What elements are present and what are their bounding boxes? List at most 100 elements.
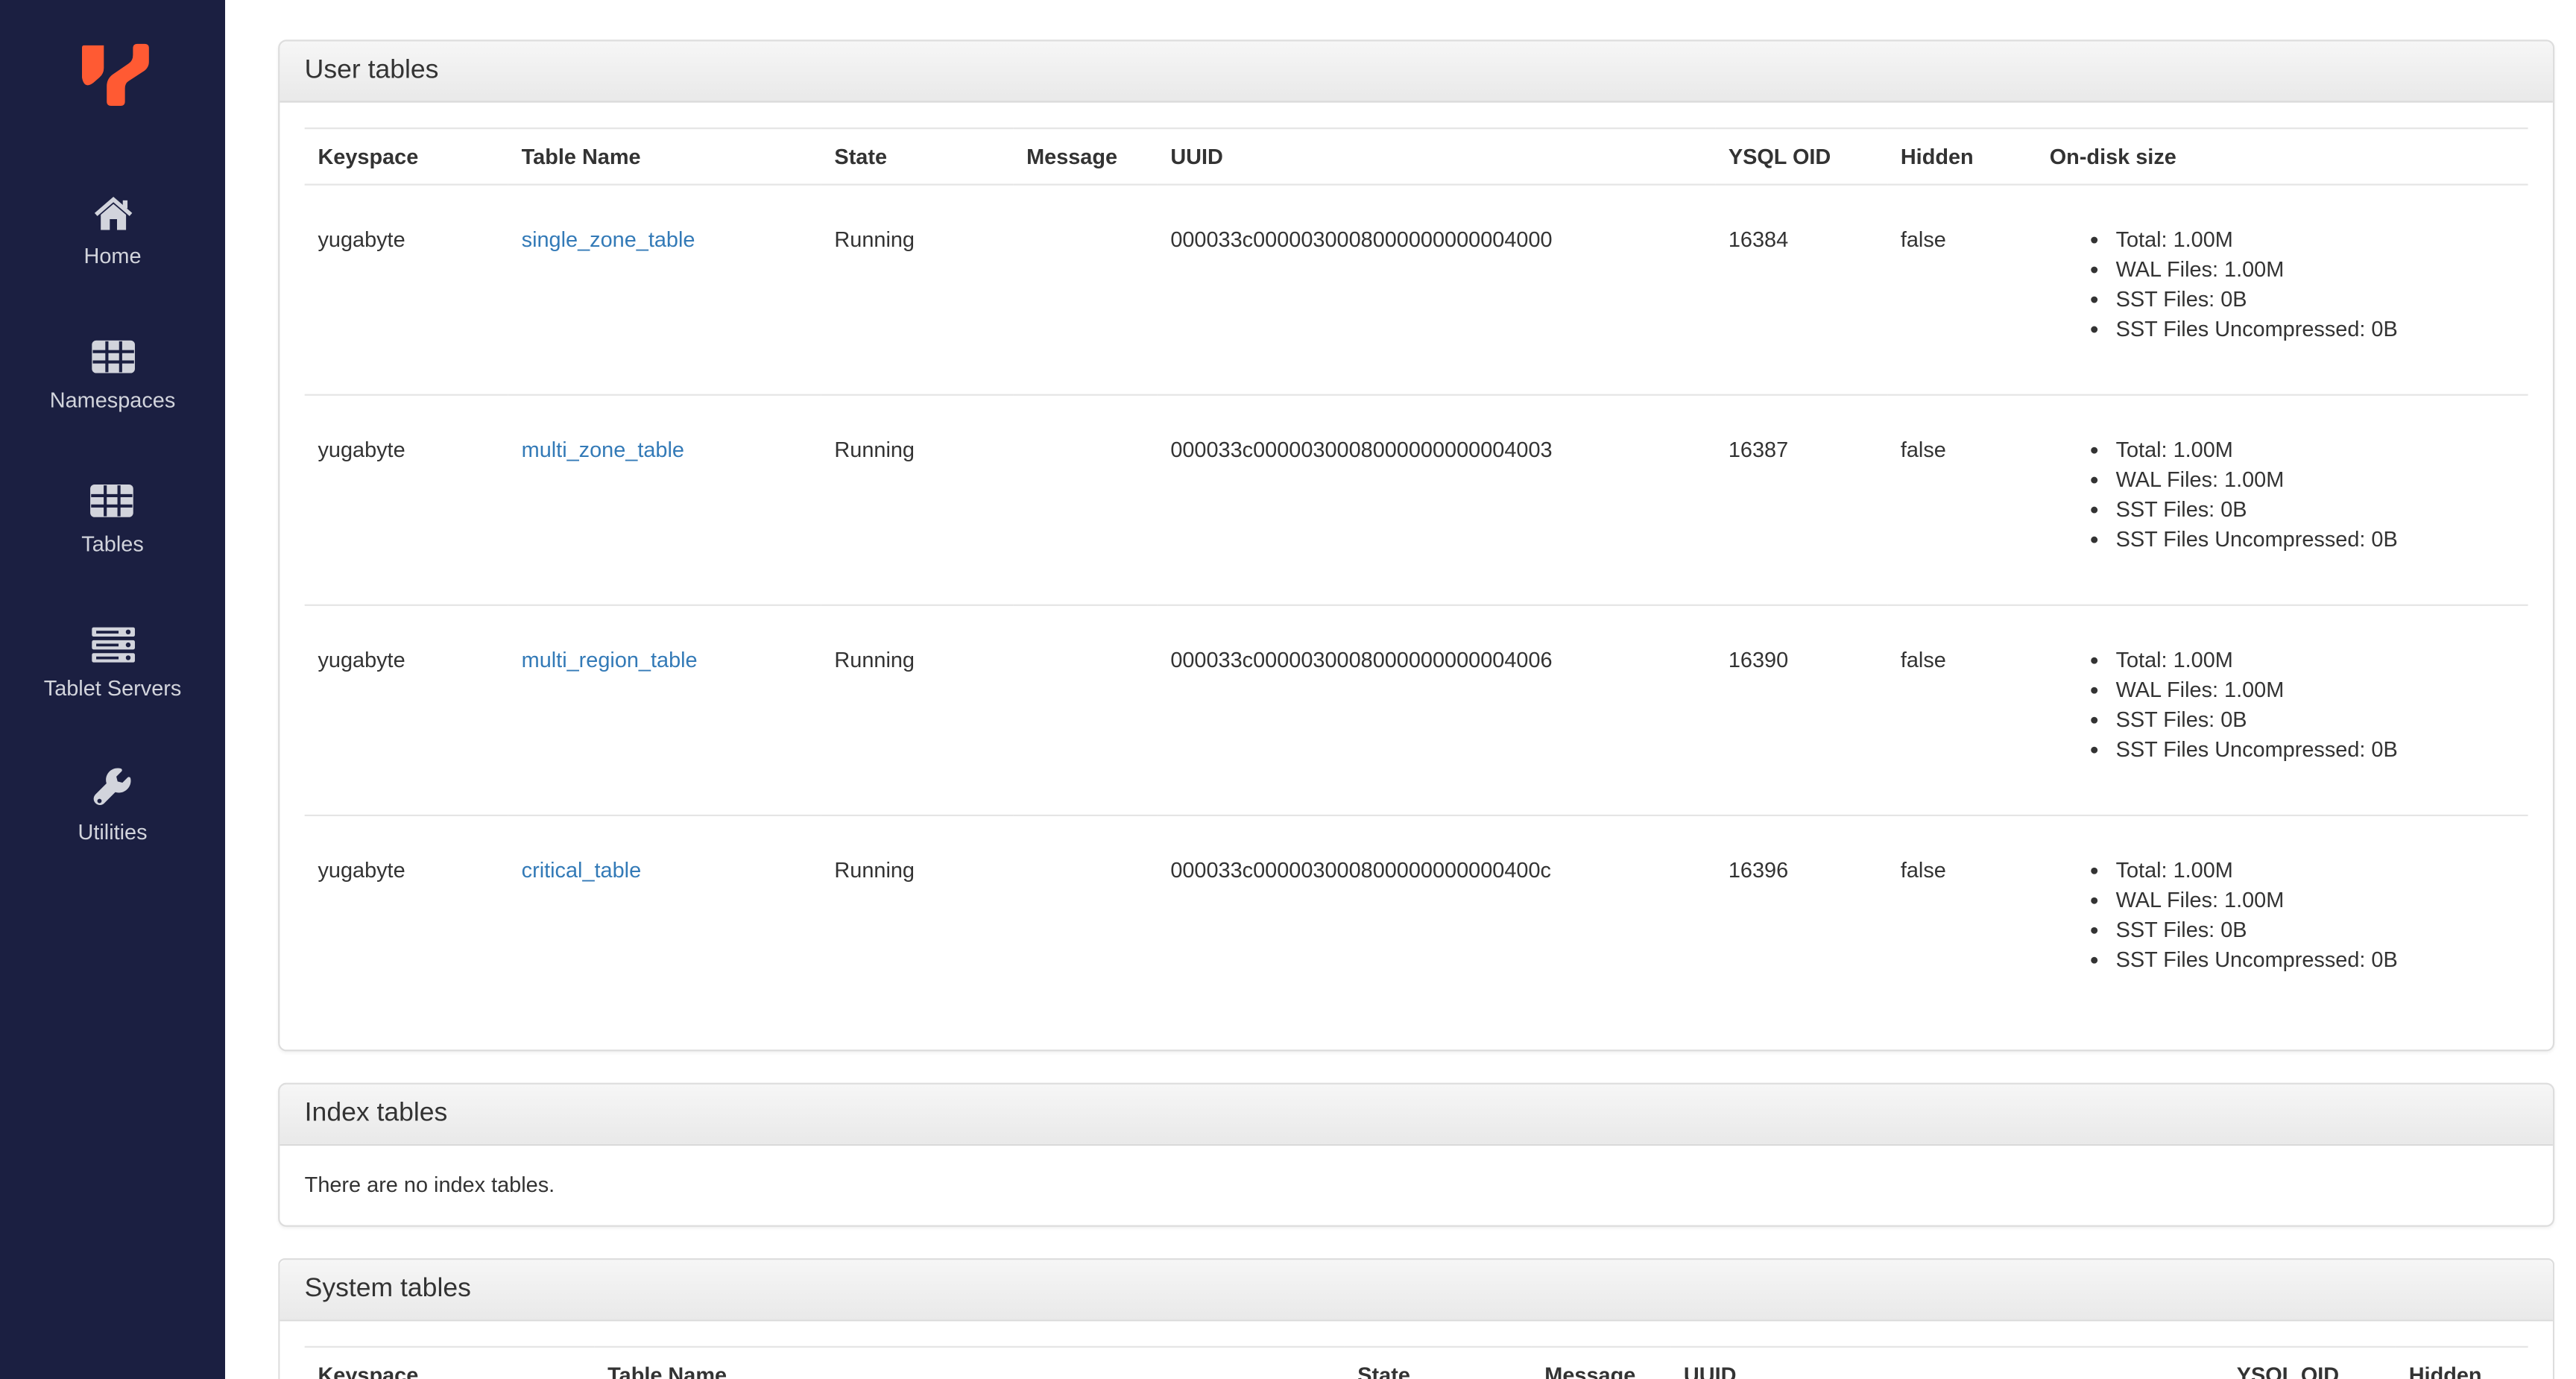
column-header-state: State [834,144,888,169]
uuid-cell: 000033c0000030008000000000004003 [1170,437,1553,462]
sidebar-item-tablet-servers[interactable]: Tablet Servers [43,624,182,701]
sidebar-item-label: Home [83,243,142,268]
column-header-hidden: Hidden [2408,1362,2482,1379]
on-disk-size-item: SST Files Uncompressed: 0B [2116,735,2515,765]
table-name-link[interactable]: multi_zone_table [522,437,684,461]
table-grid-icon [90,336,135,376]
sidebar-item-label: Utilities [78,819,148,845]
user-tables-header-row: Keyspace Table Name State Message UUID Y… [304,128,2528,185]
state-cell: Running [834,227,915,252]
on-disk-size-list: Total: 1.00MWAL Files: 1.00MSST Files: 0… [2050,646,2515,765]
sidebar: Home Namespaces Tables Tablet Servers Ut… [0,0,226,1379]
system-tables-panel-body: Keyspace Table Name State Message UUID Y… [280,1321,2553,1379]
home-icon [90,192,135,232]
index-tables-panel-body: There are no index tables. [280,1146,2553,1225]
column-header-uuid: UUID [1683,1362,1737,1379]
uuid-cell: 000033c0000030008000000000004000 [1170,227,1553,252]
on-disk-size-item: WAL Files: 1.00M [2116,675,2515,705]
on-disk-size-item: WAL Files: 1.00M [2116,255,2515,285]
keyspace-cell: yugabyte [318,647,405,672]
table-name-cell: single_zone_table [508,185,821,395]
on-disk-size-cell: Total: 1.00MWAL Files: 1.00MSST Files: 0… [2036,185,2528,395]
table-row: yugabyte single_zone_table Running 000033c0… [304,185,2528,395]
on-disk-size-item: Total: 1.00M [2116,435,2515,465]
column-header-ysql-oid: YSQL OID [2236,1362,2340,1379]
keyspace-cell: yugabyte [318,227,405,252]
sidebar-item-namespaces[interactable]: Namespaces [49,336,176,413]
on-disk-size-item: WAL Files: 1.00M [2116,465,2515,495]
sidebar-nav: Home Namespaces Tables Tablet Servers Ut… [43,192,182,912]
ysql-oid-cell: 16384 [1728,227,1789,252]
column-header-keyspace: Keyspace [318,144,419,169]
user-tables-panel: User tables Keyspace Table Name State Me… [278,40,2555,1052]
state-cell: Running [834,647,915,672]
table-name-cell: critical_table [508,815,821,1025]
ysql-oid-cell: 16396 [1728,857,1789,883]
on-disk-size-item: SST Files: 0B [2116,705,2515,735]
table-name-link[interactable]: critical_table [522,858,642,883]
sidebar-item-label: Tablet Servers [43,675,182,701]
on-disk-size-item: SST Files Uncompressed: 0B [2116,945,2515,975]
system-tables-panel: System tables Keyspace Table Name State … [278,1258,2555,1379]
on-disk-size-item: Total: 1.00M [2116,646,2515,675]
hidden-cell: false [1900,647,1946,672]
user-tables-body: yugabyte single_zone_table Running 000033c0… [304,185,2528,1025]
table-row: yugabyte multi_zone_table Running 000033c00… [304,395,2528,605]
on-disk-size-item: SST Files: 0B [2116,285,2515,315]
on-disk-size-item: SST Files: 0B [2116,495,2515,525]
message-cell [1013,185,1157,395]
keyspace-cell: yugabyte [318,857,405,883]
ysql-oid-cell: 16387 [1728,437,1789,462]
wrench-icon [91,768,134,808]
hidden-cell: false [1900,857,1946,883]
column-header-hidden: Hidden [1900,144,1974,169]
on-disk-size-item: SST Files Uncompressed: 0B [2116,315,2515,344]
table-name-link[interactable]: single_zone_table [522,227,695,251]
system-tables-table: Keyspace Table Name State Message UUID Y… [304,1346,2528,1379]
main-content: User tables Keyspace Table Name State Me… [225,0,2576,1379]
column-header-message: Message [1544,1362,1636,1379]
state-cell: Running [834,437,915,462]
on-disk-size-item: SST Files Uncompressed: 0B [2116,525,2515,555]
table-name-cell: multi_zone_table [508,395,821,605]
system-tables-panel-title: System tables [280,1260,2553,1322]
column-header-keyspace: Keyspace [318,1362,419,1379]
system-tables-header-row: Keyspace Table Name State Message UUID Y… [304,1346,2528,1379]
app: Home Namespaces Tables Tablet Servers Ut… [0,0,2576,1379]
ysql-oid-cell: 16390 [1728,647,1789,672]
column-header-message: Message [1026,144,1118,169]
on-disk-size-list: Total: 1.00MWAL Files: 1.00MSST Files: 0… [2050,856,2515,975]
column-header-ysql-oid: YSQL OID [1728,144,1831,169]
message-cell [1013,815,1157,1025]
on-disk-size-cell: Total: 1.00MWAL Files: 1.00MSST Files: 0… [2036,605,2528,815]
table-grid-icon [90,480,135,520]
sidebar-item-home[interactable]: Home [84,192,142,268]
user-tables-panel-body: Keyspace Table Name State Message UUID Y… [280,103,2553,1050]
keyspace-cell: yugabyte [318,437,405,462]
table-name-cell: multi_region_table [508,605,821,815]
uuid-cell: 000033c0000030008000000000004006 [1170,647,1553,672]
yugabyte-logo[interactable] [76,37,149,113]
message-cell [1013,395,1157,605]
hidden-cell: false [1900,437,1946,462]
on-disk-size-list: Total: 1.00MWAL Files: 1.00MSST Files: 0… [2050,225,2515,344]
message-cell [1013,605,1157,815]
index-tables-panel-title: Index tables [280,1084,2553,1146]
column-header-uuid: UUID [1170,144,1223,169]
servers-icon [90,624,135,663]
table-row: yugabyte multi_region_table Running 000033c… [304,605,2528,815]
sidebar-item-label: Tables [81,531,144,557]
on-disk-size-item: WAL Files: 1.00M [2116,886,2515,915]
table-row: yugabyte critical_table Running 000033c0000… [305,815,2528,1025]
on-disk-size-item: Total: 1.00M [2116,856,2515,886]
table-name-link[interactable]: multi_region_table [522,647,698,672]
on-disk-size-item: SST Files: 0B [2116,915,2515,945]
sidebar-item-utilities[interactable]: Utilities [78,768,148,845]
on-disk-size-cell: Total: 1.00MWAL Files: 1.00MSST Files: 0… [2036,815,2528,1025]
sidebar-item-tables[interactable]: Tables [81,480,144,557]
index-tables-empty-text: There are no index tables. [304,1172,555,1197]
sidebar-item-label: Namespaces [49,387,176,413]
user-tables-panel-title: User tables [280,41,2553,103]
uuid-cell: 000033c000003000800000000000400c [1170,857,1551,883]
state-cell: Running [834,857,915,883]
